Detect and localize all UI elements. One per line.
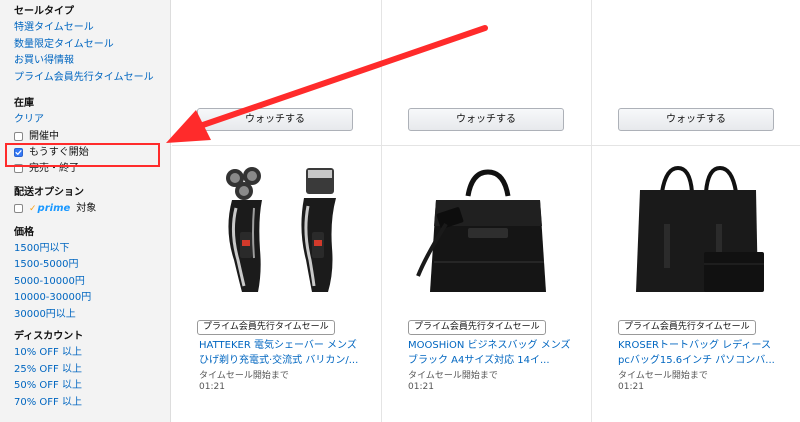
sale-type-heading: セールタイプ <box>14 6 74 17</box>
product-title-link[interactable]: KROSERトートバッグ レディース pcバッグ15.6インチ パソコンバ... <box>618 338 783 368</box>
sale-countdown: 01:21 <box>199 382 225 392</box>
product-title-link[interactable]: MOOSHiON ビジネスバッグ メンズ ブラック A4サイズ対応 14イ... <box>408 338 573 368</box>
stock-option-sold-out[interactable]: 完売・終了 <box>14 161 170 177</box>
sale-type-link-prime-early[interactable]: プライム会員先行タイムセール <box>14 70 170 87</box>
prime-early-sale-badge: プライム会員先行タイムセール <box>197 320 335 335</box>
prime-early-sale-badge: プライム会員先行タイムセール <box>408 320 546 335</box>
sale-type-link-special[interactable]: 特選タイムセール <box>14 20 170 37</box>
price-link-10000-30000[interactable]: 10000-30000円 <box>14 290 170 307</box>
prime-early-sale-badge: プライム会員先行タイムセール <box>618 320 756 335</box>
stock-heading: 在庫 <box>14 98 34 109</box>
sale-type-link-limited[interactable]: 数量限定タイムセール <box>14 37 170 54</box>
price-link-1500-5000[interactable]: 1500-5000円 <box>14 257 170 274</box>
checkbox[interactable] <box>14 204 23 213</box>
stock-clear-link[interactable]: クリア <box>14 112 170 129</box>
watch-button[interactable]: ウォッチする <box>618 108 774 131</box>
checkbox-checked[interactable] <box>14 148 23 157</box>
shipping-heading: 配送オプション <box>14 186 84 198</box>
product-image-shaver[interactable] <box>210 160 370 315</box>
checkbox[interactable] <box>14 132 23 141</box>
checkbox-label: 対象 <box>76 202 97 214</box>
checkbox-label: 開催中 <box>29 130 59 142</box>
sale-start-label: タイムセール開始まで <box>199 371 289 381</box>
sale-start-label: タイムセール開始まで <box>408 371 498 381</box>
discount-link-50[interactable]: 50% OFF 以上 <box>14 378 170 395</box>
checkmark-icon <box>15 150 22 155</box>
column-divider <box>591 0 592 422</box>
stock-option-active[interactable]: 開催中 <box>14 129 170 145</box>
sale-countdown: 01:21 <box>408 382 434 392</box>
checkbox[interactable] <box>14 164 23 173</box>
price-link-over-30000[interactable]: 30000円以上 <box>14 307 170 324</box>
product-grid: ウォッチする ウォッチする ウォッチする プライム会員先行タイムセール HATT… <box>172 0 800 422</box>
sale-type-link-deals[interactable]: お買い得情報 <box>14 53 170 70</box>
sale-countdown: 01:21 <box>618 382 644 392</box>
discount-link-10[interactable]: 10% OFF 以上 <box>14 345 170 362</box>
column-divider <box>381 0 382 422</box>
price-link-under-1500[interactable]: 1500円以下 <box>14 241 170 258</box>
stock-option-starting-soon[interactable]: もうすぐ開始 <box>14 145 170 161</box>
discount-link-25[interactable]: 25% OFF 以上 <box>14 362 170 379</box>
watch-button[interactable]: ウォッチする <box>197 108 353 131</box>
sale-start-label: タイムセール開始まで <box>618 371 708 381</box>
price-link-5000-10000[interactable]: 5000-10000円 <box>14 274 170 291</box>
prime-check-icon: ✓ <box>29 203 37 214</box>
checkbox-label: もうすぐ開始 <box>29 146 89 158</box>
row-divider <box>172 145 800 146</box>
watch-button[interactable]: ウォッチする <box>408 108 564 131</box>
shipping-option-prime[interactable]: ✓ prime 対象 <box>14 201 170 217</box>
filter-sidebar: セールタイプ 特選タイムセール 数量限定タイムセール お買い得情報 プライム会員… <box>0 0 171 422</box>
discount-link-70[interactable]: 70% OFF 以上 <box>14 395 170 412</box>
price-heading: 価格 <box>14 226 34 238</box>
product-title-link[interactable]: HATTEKER 電気シェーバー メンズ ひげ剃り充電式·交流式 バリカン/..… <box>199 338 364 368</box>
prime-logo: ✓ prime <box>29 201 70 217</box>
product-image-business-bag[interactable] <box>408 166 568 321</box>
checkbox-label: 完売・終了 <box>29 162 79 174</box>
product-image-tote-bag[interactable] <box>618 166 778 321</box>
discount-heading: ディスカウント <box>14 331 84 342</box>
